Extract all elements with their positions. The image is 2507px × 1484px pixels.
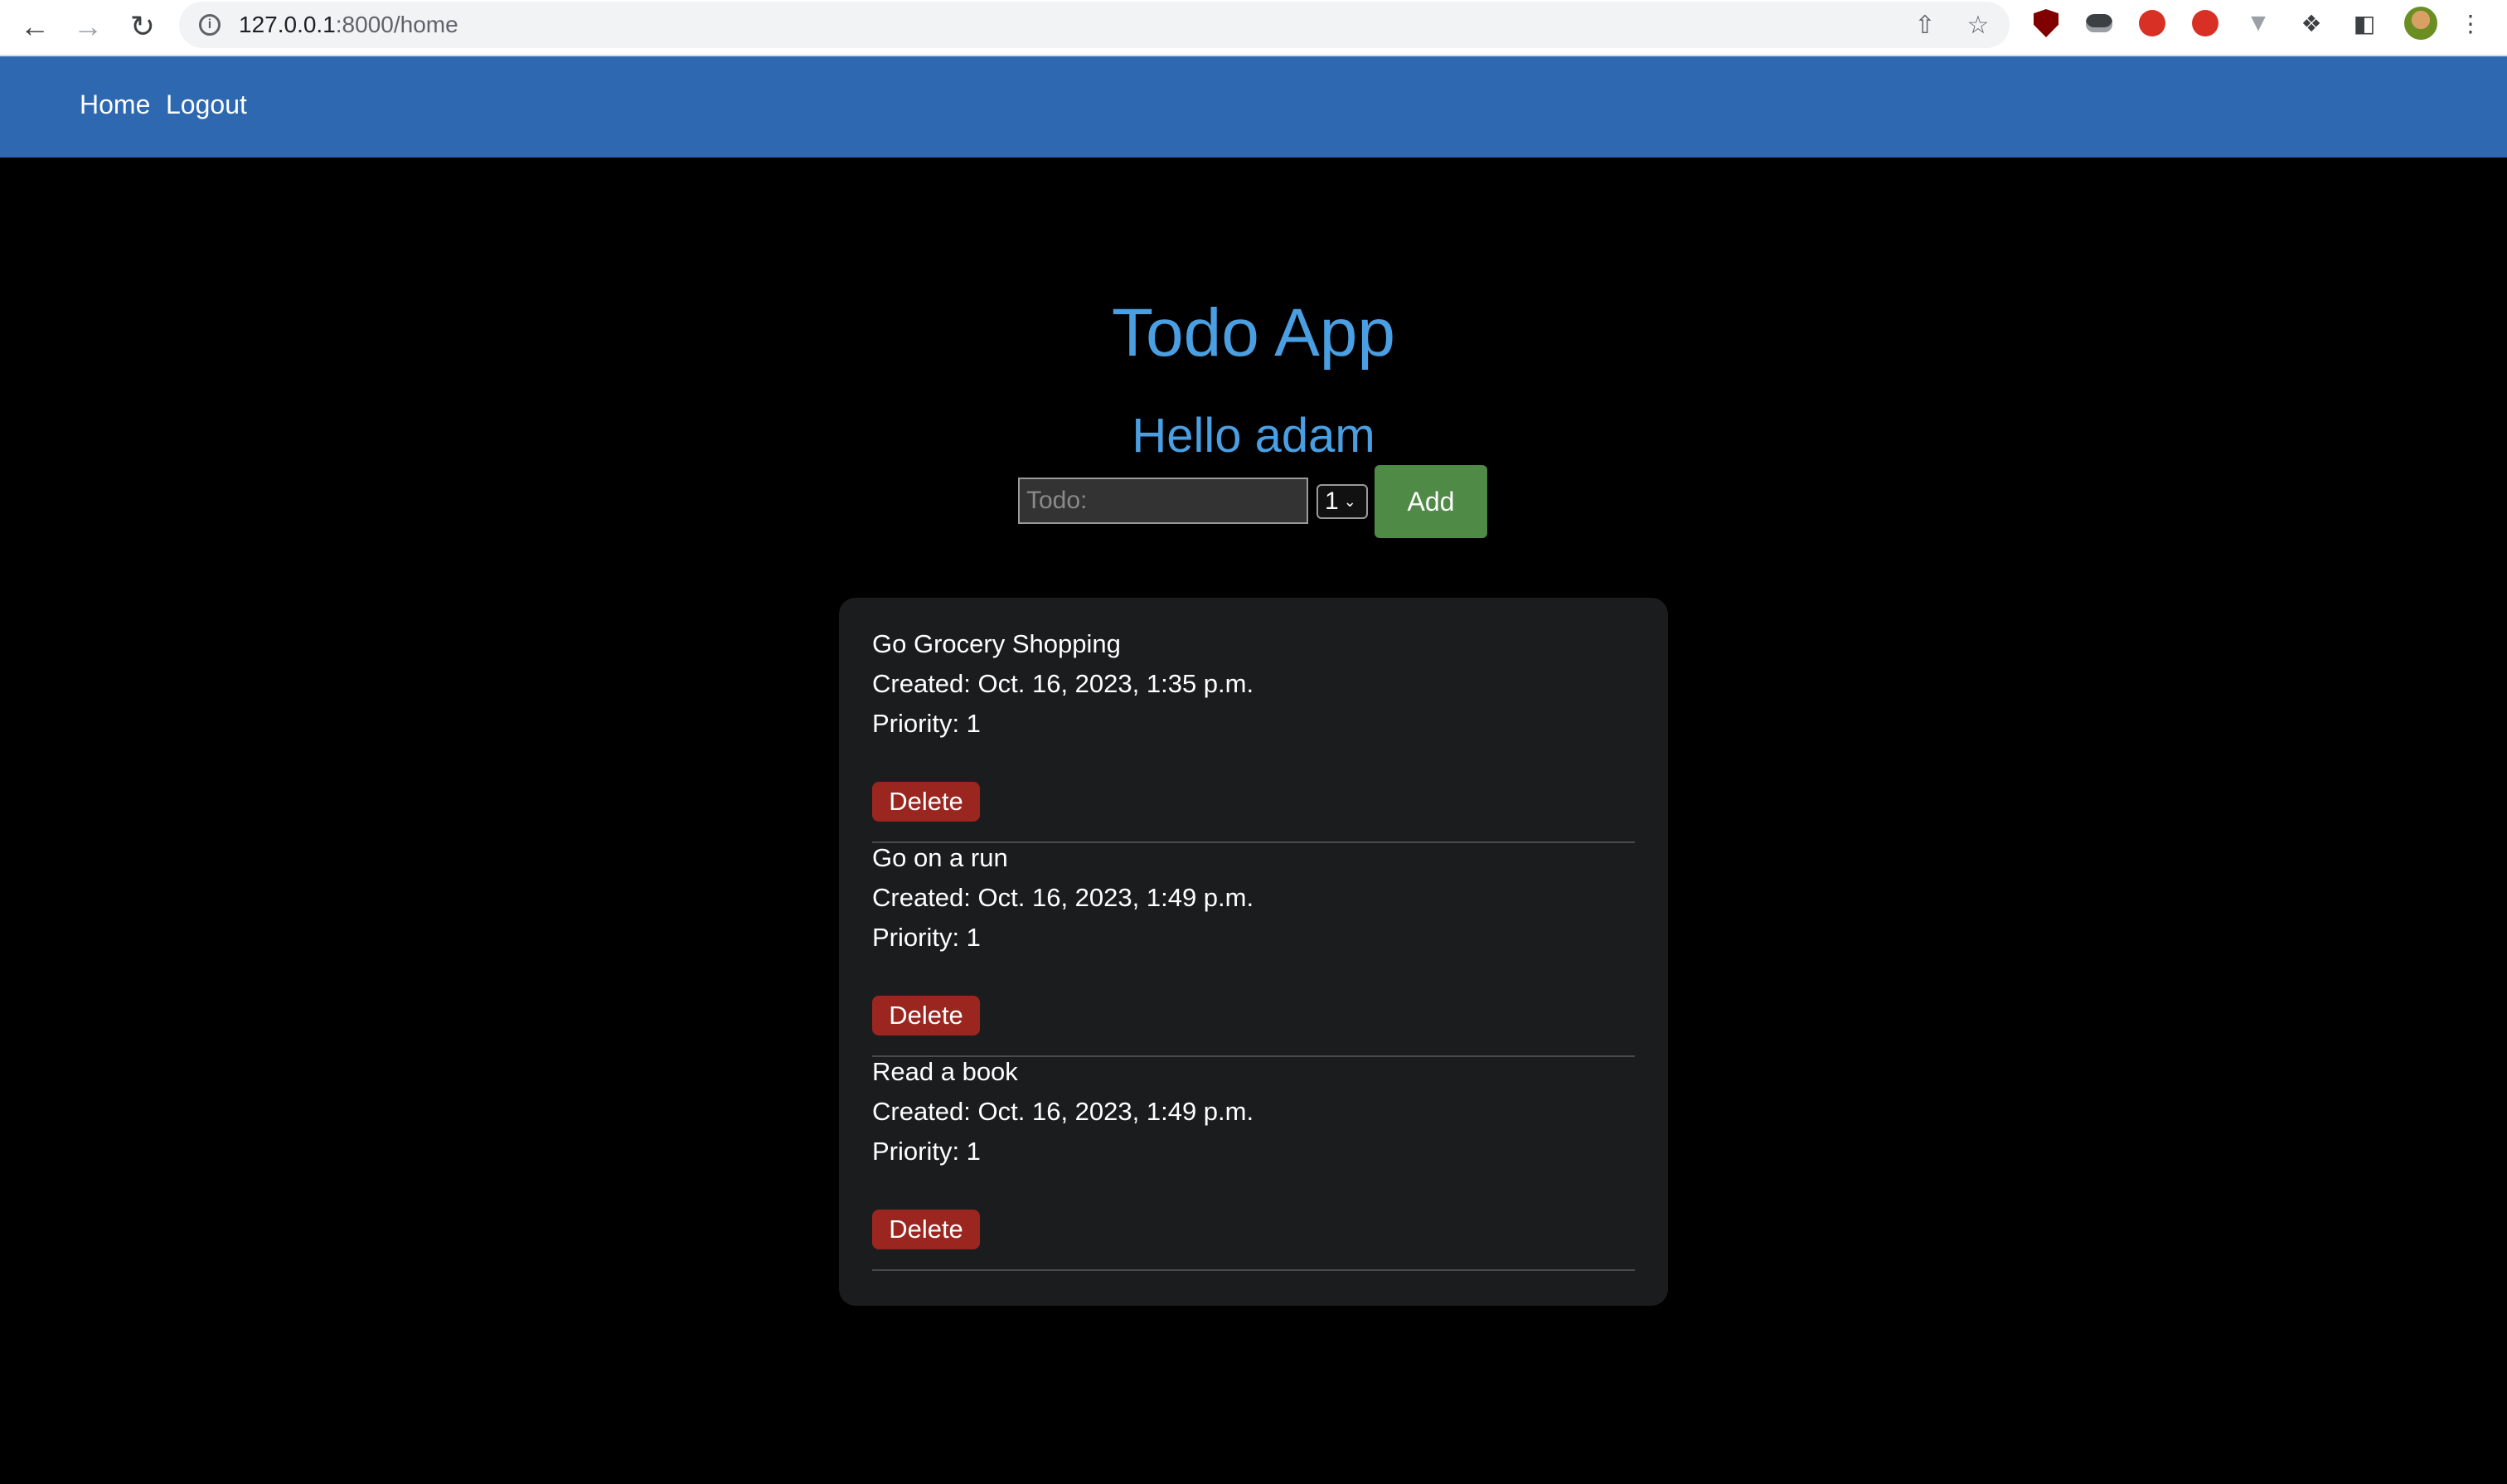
todo-item: Read a book Created: Oct. 16, 2023, 1:49…	[872, 1057, 1635, 1271]
side-panel-icon[interactable]: ◧	[2348, 7, 2381, 40]
extensions-puzzle-icon[interactable]: ❖	[2295, 7, 2328, 40]
red-circle-extension-icon[interactable]	[2189, 7, 2222, 40]
delete-button[interactable]: Delete	[872, 996, 980, 1035]
delete-button[interactable]: Delete	[872, 1210, 980, 1249]
todo-input[interactable]	[1018, 478, 1308, 524]
app-navbar: Home Logout	[0, 56, 2507, 158]
share-icon[interactable]: ⇧	[1908, 8, 1942, 41]
url-text: 127.0.0.1:8000/home	[239, 12, 458, 38]
bookmark-star-icon[interactable]: ☆	[1961, 8, 1995, 41]
todo-item: Go on a run Created: Oct. 16, 2023, 1:49…	[872, 843, 1635, 1057]
menu-kebab-icon[interactable]: ⋮	[2454, 7, 2487, 40]
todo-priority: Priority: 1	[872, 923, 981, 952]
priority-select[interactable]: 1 ⌄	[1317, 484, 1368, 519]
todo-priority: Priority: 1	[872, 1137, 981, 1166]
profile-avatar[interactable]	[2403, 5, 2439, 41]
priority-selected-value: 1	[1325, 487, 1339, 515]
v-extension-icon[interactable]: ▼	[2242, 7, 2275, 40]
todo-priority: Priority: 1	[872, 709, 981, 738]
ublock-extension-icon[interactable]	[2029, 7, 2063, 40]
nav-logout-link[interactable]: Logout	[166, 90, 247, 120]
red-extension-icon[interactable]	[2136, 7, 2169, 40]
greeting: Hello adam	[1132, 409, 1375, 463]
privacy-extension-icon[interactable]	[2083, 7, 2116, 40]
todo-created: Created: Oct. 16, 2023, 1:49 p.m.	[872, 883, 1254, 912]
todo-created: Created: Oct. 16, 2023, 1:35 p.m.	[872, 669, 1254, 698]
todo-created: Created: Oct. 16, 2023, 1:49 p.m.	[872, 1097, 1254, 1126]
nav-home-link[interactable]: Home	[80, 90, 150, 120]
site-info-icon[interactable]: i	[199, 14, 221, 36]
todo-item: Go Grocery Shopping Created: Oct. 16, 20…	[872, 629, 1635, 843]
delete-button[interactable]: Delete	[872, 782, 980, 822]
todo-title: Go on a run	[872, 843, 1008, 872]
address-bar[interactable]: i 127.0.0.1:8000/home ⇧ ☆	[179, 2, 2010, 48]
browser-toolbar: ← → ↻ i 127.0.0.1:8000/home ⇧ ☆ ▼ ❖ ◧ ⋮	[0, 0, 2507, 56]
chevron-down-icon: ⌄	[1343, 492, 1356, 510]
forward-arrow-icon[interactable]: →	[66, 5, 109, 48]
todo-title: Go Grocery Shopping	[872, 629, 1121, 658]
todo-title: Read a book	[872, 1057, 1018, 1086]
page-title: Todo App	[1112, 295, 1395, 371]
todo-list: Go Grocery Shopping Created: Oct. 16, 20…	[839, 598, 1668, 1306]
reload-icon[interactable]: ↻	[121, 5, 164, 48]
back-arrow-icon[interactable]: ←	[13, 5, 56, 48]
url-path: :8000/home	[335, 12, 458, 37]
url-host: 127.0.0.1	[239, 12, 336, 37]
add-button[interactable]: Add	[1375, 465, 1487, 538]
